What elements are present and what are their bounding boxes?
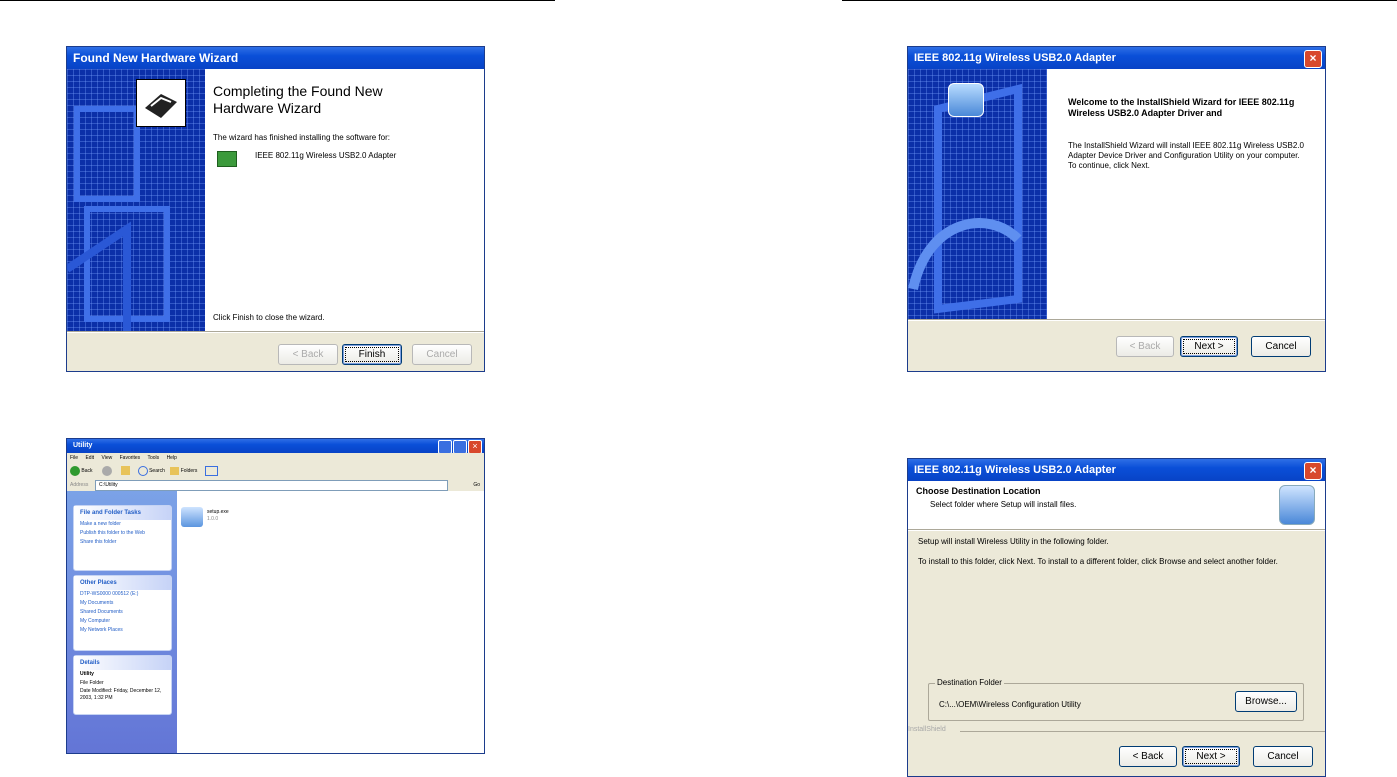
toolbar: Back Search Folders xyxy=(67,464,484,479)
task-make-folder[interactable]: Make a new folder xyxy=(74,520,171,529)
wizard-subtitle: The wizard has finished installing the s… xyxy=(213,133,390,142)
folders-label[interactable]: Folders xyxy=(181,468,198,474)
finish-button[interactable]: Finish xyxy=(342,344,402,365)
computer-icon xyxy=(1279,485,1315,525)
group-label: Destination Folder xyxy=(935,678,1004,688)
setup-file-icon xyxy=(181,507,203,527)
network-card-icon xyxy=(217,151,237,167)
search-icon[interactable] xyxy=(137,465,148,476)
browse-button[interactable]: Browse... xyxy=(1235,691,1297,712)
destination-window: IEEE 802.11g Wireless USB2.0 Adapter × C… xyxy=(907,458,1326,777)
window-title: IEEE 802.11g Wireless USB2.0 Adapter xyxy=(908,459,1325,481)
address-input[interactable]: C:\Utility xyxy=(95,480,448,491)
back-button[interactable]: < Back xyxy=(1119,746,1177,767)
setup-file-item[interactable]: setup.exe 1.0.0 xyxy=(181,507,261,531)
finish-hint: Click Finish to close the wizard. xyxy=(213,313,325,322)
next-button[interactable]: Next > xyxy=(1180,336,1238,357)
wizard-side-banner xyxy=(67,69,205,331)
task-share[interactable]: Share this folder xyxy=(74,538,171,547)
menu-tools[interactable]: Tools xyxy=(147,455,159,461)
file-folder-tasks: File and Folder Tasks Make a new folder … xyxy=(73,505,172,571)
tasks-header[interactable]: File and Folder Tasks xyxy=(74,506,171,520)
close-icon[interactable]: × xyxy=(1304,50,1322,68)
place-my-documents[interactable]: My Documents xyxy=(74,599,171,608)
button-separator xyxy=(67,331,484,333)
top-rule-left xyxy=(0,0,555,1)
installshield-brand: InstallShield xyxy=(908,726,946,733)
address-label: Address xyxy=(70,482,89,488)
details-modified: Date Modified: Friday, December 12, 2003… xyxy=(80,688,162,701)
other-places-header[interactable]: Other Places xyxy=(74,576,171,590)
address-bar: Address C:\Utility Go xyxy=(67,479,484,491)
top-rule-right xyxy=(842,0,1397,1)
cancel-button[interactable]: Cancel xyxy=(412,344,472,365)
details-name: Utility xyxy=(80,671,94,677)
header-separator xyxy=(908,529,1325,531)
button-separator xyxy=(908,319,1325,321)
dest-heading: Choose Destination Location xyxy=(916,486,1041,496)
close-icon[interactable]: × xyxy=(468,440,482,454)
window-title: Utility xyxy=(67,439,484,453)
menu-edit[interactable]: Edit xyxy=(85,455,94,461)
details-box: Details Utility File Folder Date Modifie… xyxy=(73,655,172,715)
place-shared-documents[interactable]: Shared Documents xyxy=(74,608,171,617)
window-title: Found New Hardware Wizard xyxy=(67,47,484,69)
hardware-icon xyxy=(136,79,186,127)
menu-bar: File Edit View Favorites Tools Help xyxy=(67,453,484,464)
menu-file[interactable]: File xyxy=(70,455,78,461)
folders-icon[interactable] xyxy=(170,466,180,475)
minimize-icon[interactable] xyxy=(438,440,452,454)
place-drive[interactable]: DTP-WS0000 000512 (E:) xyxy=(74,590,171,599)
back-icon[interactable] xyxy=(70,465,80,476)
back-button[interactable]: < Back xyxy=(278,344,338,365)
back-label[interactable]: Back xyxy=(81,468,92,474)
window-title: IEEE 802.11g Wireless USB2.0 Adapter xyxy=(908,47,1325,69)
views-icon[interactable] xyxy=(204,465,218,476)
brand-separator xyxy=(960,731,1325,732)
wizard-heading: Completing the Found New Hardware Wizard xyxy=(213,83,383,116)
destination-folder-group: Destination Folder C:\...\OEM\Wireless C… xyxy=(928,678,1304,721)
file-sub: 1.0.0 xyxy=(207,516,219,522)
menu-help[interactable]: Help xyxy=(167,455,177,461)
computer-icon xyxy=(948,83,984,117)
destination-path: C:\...\OEM\Wireless Configuration Utilit… xyxy=(939,700,1081,709)
next-button[interactable]: Next > xyxy=(1182,746,1240,767)
install-line1: Setup will install Wireless Utility in t… xyxy=(918,537,1109,546)
welcome-heading: Welcome to the InstallShield Wizard for … xyxy=(1068,97,1295,119)
installshield-side-banner xyxy=(908,69,1047,319)
menu-favorites[interactable]: Favorites xyxy=(120,455,141,461)
installshield-welcome-window: IEEE 802.11g Wireless USB2.0 Adapter × W… xyxy=(907,46,1326,372)
details-header[interactable]: Details xyxy=(74,656,171,670)
menu-view[interactable]: View xyxy=(101,455,112,461)
dest-subheading: Select folder where Setup will install f… xyxy=(930,500,1077,509)
install-line2: To install to this folder, click Next. T… xyxy=(918,557,1278,566)
forward-icon[interactable] xyxy=(101,465,112,476)
back-button[interactable]: < Back xyxy=(1116,336,1174,357)
task-publish[interactable]: Publish this folder to the Web xyxy=(74,529,171,538)
device-name: IEEE 802.11g Wireless USB2.0 Adapter xyxy=(255,151,397,160)
place-network[interactable]: My Network Places xyxy=(74,626,171,635)
task-pane: File and Folder Tasks Make a new folder … xyxy=(67,491,177,753)
search-label[interactable]: Search xyxy=(149,468,165,474)
close-icon[interactable]: × xyxy=(1304,462,1322,480)
cancel-button[interactable]: Cancel xyxy=(1251,336,1311,357)
welcome-body: The InstallShield Wizard will install IE… xyxy=(1068,141,1304,170)
other-places: Other Places DTP-WS0000 000512 (E:) My D… xyxy=(73,575,172,651)
up-folder-icon[interactable] xyxy=(121,466,131,476)
place-my-computer[interactable]: My Computer xyxy=(74,617,171,626)
explorer-window: Utility × File Edit View Favorites Tools… xyxy=(66,438,485,754)
maximize-icon[interactable] xyxy=(453,440,467,454)
found-hardware-wizard-window: Found New Hardware Wizard Completing the… xyxy=(66,46,485,372)
cancel-button[interactable]: Cancel xyxy=(1253,746,1313,767)
file-name: setup.exe xyxy=(207,509,229,515)
go-label[interactable]: Go xyxy=(473,479,480,491)
details-type: File Folder xyxy=(80,680,104,686)
